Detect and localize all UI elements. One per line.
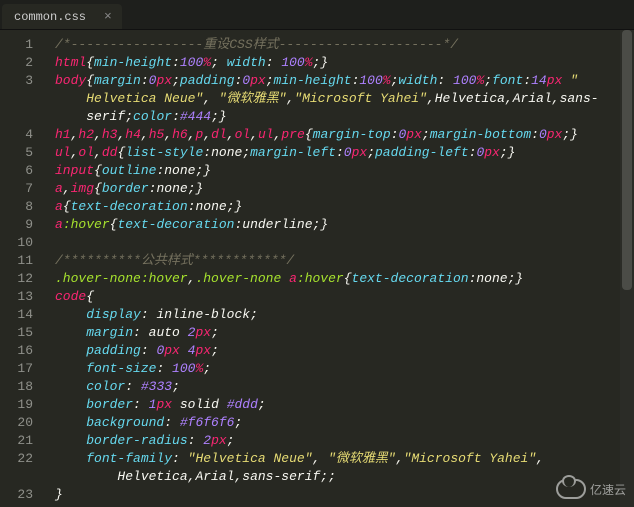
line-number: 7 [0, 180, 33, 198]
code-area[interactable]: /*-----------------重设CSS样式--------------… [45, 30, 634, 507]
cloud-icon [556, 479, 586, 499]
line-number [0, 90, 33, 108]
code-line[interactable]: /**********公共样式************/ [55, 252, 634, 270]
code-line[interactable]: padding: 0px 4px; [55, 342, 634, 360]
scrollbar-thumb[interactable] [622, 30, 632, 290]
code-line[interactable]: background: #f6f6f6; [55, 414, 634, 432]
line-number: 13 [0, 288, 33, 306]
code-line[interactable]: /*-----------------重设CSS样式--------------… [55, 36, 634, 54]
line-number: 9 [0, 216, 33, 234]
line-number-gutter: 1234567891011121314151617181920212223 [0, 30, 45, 507]
code-line[interactable]: a:hover{text-decoration:underline;} [55, 216, 634, 234]
tab-common-css[interactable]: common.css × [2, 4, 122, 29]
code-line[interactable]: color: #333; [55, 378, 634, 396]
code-line[interactable]: body{margin:0px;padding:0px;min-height:1… [55, 72, 634, 90]
editor: 1234567891011121314151617181920212223 /*… [0, 30, 634, 507]
code-line[interactable]: } [55, 486, 634, 504]
line-number: 8 [0, 198, 33, 216]
line-number: 6 [0, 162, 33, 180]
code-line[interactable]: display: inline-block; [55, 306, 634, 324]
watermark: 亿速云 [556, 479, 626, 499]
code-line[interactable]: border: 1px solid #ddd; [55, 396, 634, 414]
code-line[interactable]: font-size: 100%; [55, 360, 634, 378]
line-number: 5 [0, 144, 33, 162]
code-line[interactable]: border-radius: 2px; [55, 432, 634, 450]
close-icon[interactable]: × [104, 9, 112, 24]
line-number: 21 [0, 432, 33, 450]
line-number: 14 [0, 306, 33, 324]
watermark-text: 亿速云 [590, 481, 626, 498]
line-number: 11 [0, 252, 33, 270]
line-number [0, 468, 33, 486]
vertical-scrollbar[interactable] [620, 30, 634, 507]
line-number: 19 [0, 396, 33, 414]
code-line[interactable] [55, 234, 634, 252]
line-number: 20 [0, 414, 33, 432]
line-number: 22 [0, 450, 33, 468]
code-line[interactable]: Helvetica Neue", "微软雅黑","Microsoft Yahei… [55, 90, 634, 108]
code-line[interactable]: Helvetica,Arial,sans-serif;; [55, 468, 634, 486]
code-line[interactable]: margin: auto 2px; [55, 324, 634, 342]
tab-bar: common.css × [0, 0, 634, 30]
code-line[interactable]: input{outline:none;} [55, 162, 634, 180]
line-number: 1 [0, 36, 33, 54]
code-line[interactable]: serif;color:#444;} [55, 108, 634, 126]
code-line[interactable]: a{text-decoration:none;} [55, 198, 634, 216]
line-number: 16 [0, 342, 33, 360]
line-number: 17 [0, 360, 33, 378]
line-number: 18 [0, 378, 33, 396]
line-number: 3 [0, 72, 33, 90]
line-number: 2 [0, 54, 33, 72]
line-number: 4 [0, 126, 33, 144]
code-line[interactable]: .hover-none:hover,.hover-none a:hover{te… [55, 270, 634, 288]
line-number [0, 108, 33, 126]
line-number: 23 [0, 486, 33, 504]
code-line[interactable]: ul,ol,dd{list-style:none;margin-left:0px… [55, 144, 634, 162]
code-line[interactable]: h1,h2,h3,h4,h5,h6,p,dl,ol,ul,pre{margin-… [55, 126, 634, 144]
line-number: 15 [0, 324, 33, 342]
line-number: 10 [0, 234, 33, 252]
code-line[interactable]: html{min-height:100%; width: 100%;} [55, 54, 634, 72]
code-line[interactable]: code{ [55, 288, 634, 306]
code-line[interactable]: a,img{border:none;} [55, 180, 634, 198]
tab-filename: common.css [14, 10, 86, 24]
line-number: 12 [0, 270, 33, 288]
code-line[interactable]: font-family: "Helvetica Neue", "微软雅黑","M… [55, 450, 634, 468]
